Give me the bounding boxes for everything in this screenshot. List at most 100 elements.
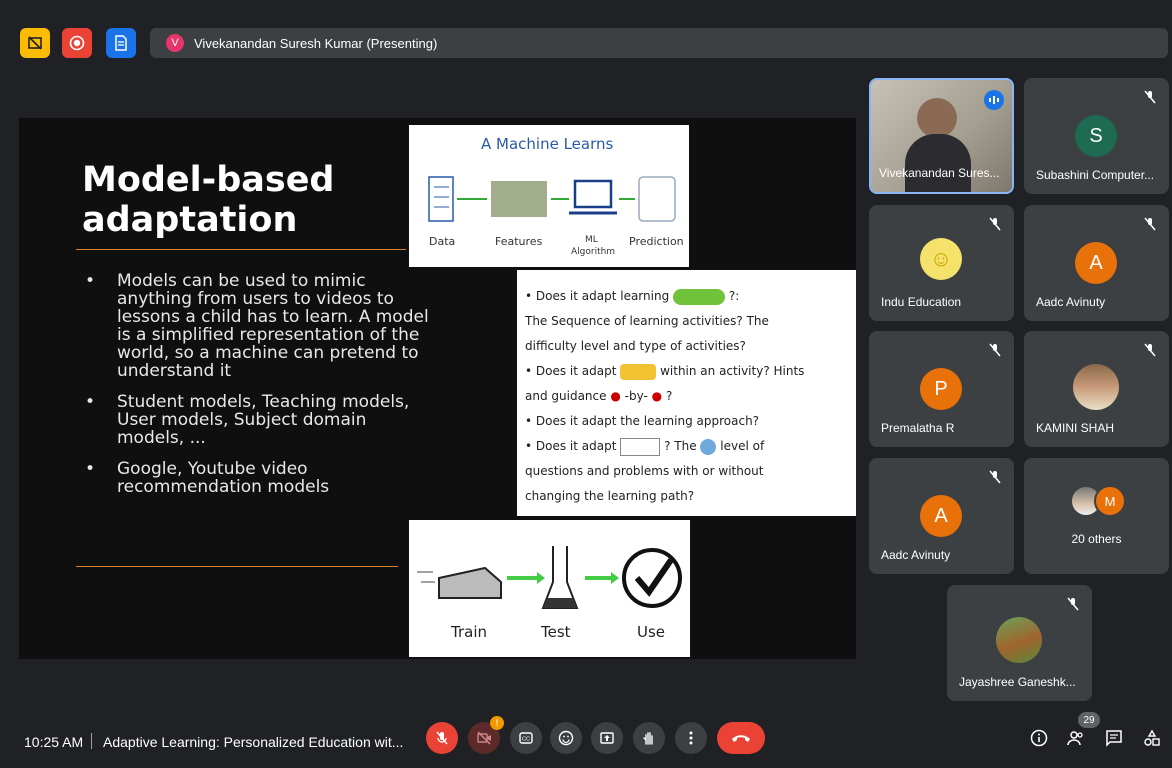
slide-bullets: • Models can be used to mimic anything fr… bbox=[85, 272, 430, 509]
emoji-icon bbox=[558, 730, 574, 746]
participant-name: Aadc Avinuty bbox=[881, 548, 951, 562]
participant-name: Vivekanandan Sures... bbox=[879, 166, 1000, 180]
question-line: questions and problems with or without bbox=[525, 464, 764, 478]
participant-figure bbox=[917, 98, 957, 138]
participant-tile[interactable]: P Premalatha R bbox=[869, 331, 1014, 447]
document-icon bbox=[115, 35, 127, 51]
participant-avatar: S bbox=[1075, 115, 1117, 157]
document-button[interactable] bbox=[106, 28, 136, 58]
participant-name: Indu Education bbox=[881, 295, 962, 309]
hang-up-icon bbox=[732, 735, 750, 742]
presenter-avatar: V bbox=[166, 34, 184, 52]
raise-hand-button[interactable] bbox=[633, 722, 665, 754]
camera-off-icon bbox=[477, 731, 491, 745]
more-vert-icon bbox=[689, 731, 693, 745]
presenting-label: Vivekanandan Suresh Kumar (Presenting) bbox=[194, 35, 438, 51]
question-line: changing the learning path? bbox=[525, 489, 695, 503]
divider bbox=[91, 733, 92, 749]
path-icon bbox=[673, 288, 726, 305]
feedback-icon bbox=[620, 363, 657, 380]
participant-avatar: P bbox=[920, 368, 962, 410]
label-algorithm: Algorithm bbox=[571, 247, 616, 257]
participant-photo: ☺ bbox=[920, 238, 962, 280]
participant-tile[interactable]: S Subashini Computer... bbox=[1024, 78, 1169, 194]
adaptation-questions-card: • Does it adapt learning ?: The Sequence… bbox=[517, 270, 856, 516]
question-line: difficulty level and type of activities? bbox=[525, 339, 746, 353]
bullet-item: • Google, Youtube video recommendation mo… bbox=[85, 459, 330, 497]
mic-off-icon bbox=[1067, 597, 1079, 611]
audio-level-icon bbox=[989, 96, 999, 104]
participant-name: KAMINI SHAH bbox=[1036, 421, 1115, 435]
question-line: and guidance ● -by- ● ? bbox=[525, 389, 673, 403]
present-icon bbox=[600, 732, 614, 744]
presenting-banner[interactable]: V Vivekanandan Suresh Kumar (Presenting) bbox=[150, 28, 1168, 58]
lightbulb-icon bbox=[700, 438, 717, 455]
hand-icon bbox=[643, 732, 653, 745]
label-ml: ML bbox=[585, 235, 598, 245]
mic-off-icon bbox=[1144, 217, 1156, 231]
participant-count-badge: 29 bbox=[1078, 712, 1100, 728]
more-options-button[interactable] bbox=[675, 722, 707, 754]
top-bar: V Vivekanandan Suresh Kumar (Presenting) bbox=[0, 0, 1172, 86]
footstep-icon: ● bbox=[610, 389, 621, 403]
bottom-control-bar: 10:25 AM Adaptive Learning: Personalized… bbox=[0, 706, 1172, 768]
captions-button[interactable]: CC bbox=[510, 722, 542, 754]
participant-name: Premalatha R bbox=[881, 421, 955, 435]
warning-badge: ! bbox=[490, 716, 504, 730]
label-data: Data bbox=[429, 235, 456, 248]
reactions-button[interactable] bbox=[550, 722, 582, 754]
record-button[interactable] bbox=[62, 28, 92, 58]
others-tile[interactable]: M 20 others bbox=[1024, 458, 1169, 574]
chat-icon bbox=[1106, 730, 1122, 747]
question-line: • Does it adapt learning ?: bbox=[525, 288, 740, 305]
participant-tile[interactable]: A Aadc Avinuty bbox=[1024, 205, 1169, 321]
bullet-item: • Student models, Teaching models, User m… bbox=[85, 392, 410, 448]
participant-name: Jayashree Ganeshk... bbox=[959, 675, 1076, 689]
others-avatar: M bbox=[1094, 485, 1126, 517]
label-features: Features bbox=[495, 235, 543, 248]
meeting-title[interactable]: Adaptive Learning: Personalized Educatio… bbox=[103, 734, 403, 750]
participant-name: Subashini Computer... bbox=[1036, 168, 1155, 182]
footstep-icon: ● bbox=[651, 389, 663, 403]
record-icon bbox=[69, 35, 85, 51]
question-line: • Does it adapt the learning approach? bbox=[525, 414, 760, 428]
leave-call-button[interactable] bbox=[717, 722, 765, 754]
bullet-item: • Models can be used to mimic anything fr… bbox=[85, 271, 429, 381]
bottom-divider bbox=[76, 566, 398, 567]
participant-tile[interactable]: KAMINI SHAH bbox=[1024, 331, 1169, 447]
train-test-use-card: Train Test Use bbox=[409, 520, 690, 657]
title-divider bbox=[76, 249, 406, 250]
label-train: Train bbox=[451, 623, 487, 641]
participant-tile[interactable]: Jayashree Ganeshk... bbox=[947, 585, 1092, 701]
participant-avatar: A bbox=[920, 495, 962, 537]
slide-off-button[interactable] bbox=[20, 28, 50, 58]
current-time: 10:25 AM bbox=[24, 734, 84, 750]
camera-toggle-button[interactable]: ! bbox=[468, 716, 504, 754]
participant-tile[interactable]: Vivekanandan Sures... bbox=[869, 78, 1014, 194]
others-label: 20 others bbox=[1071, 532, 1122, 546]
participant-name: Aadc Avinuty bbox=[1036, 295, 1106, 309]
participant-body bbox=[905, 134, 971, 192]
people-button[interactable]: 29 bbox=[1064, 712, 1100, 750]
participant-tile[interactable]: A Aadc Avinuty bbox=[869, 458, 1014, 574]
label-use: Use bbox=[637, 623, 666, 641]
slide-title: Model-based adaptation bbox=[82, 160, 335, 240]
svg-text:CC: CC bbox=[522, 737, 530, 743]
mic-off-icon bbox=[1144, 90, 1156, 104]
presented-slide: Model-based adaptation • Models can be us… bbox=[19, 118, 856, 659]
question-line: The Sequence of learning activities? The bbox=[525, 314, 769, 328]
speaking-indicator bbox=[984, 90, 1004, 110]
participant-avatar: A bbox=[1075, 242, 1117, 284]
label-test: Test bbox=[541, 623, 571, 641]
activities-icon bbox=[1144, 729, 1160, 746]
participant-tile[interactable]: ☺ Indu Education bbox=[869, 205, 1014, 321]
meeting-details-button[interactable] bbox=[1027, 726, 1051, 750]
mic-off-icon bbox=[989, 217, 1001, 231]
machine-learns-card: A Machine Learns Data Features ML Algori… bbox=[409, 125, 689, 267]
present-button[interactable] bbox=[591, 722, 623, 754]
mic-toggle-button[interactable] bbox=[426, 722, 458, 754]
mic-off-icon bbox=[989, 343, 1001, 357]
activities-button[interactable] bbox=[1140, 726, 1164, 750]
chat-button[interactable] bbox=[1102, 726, 1126, 750]
captions-icon: CC bbox=[519, 732, 533, 744]
